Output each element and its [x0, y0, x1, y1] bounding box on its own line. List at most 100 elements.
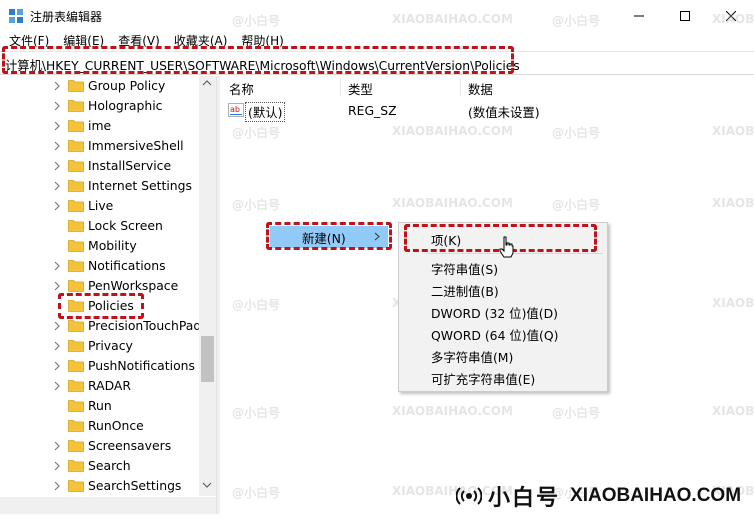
expand-chevron-icon[interactable] [52, 101, 62, 111]
column-divider[interactable] [460, 78, 461, 96]
address-highlight-box [2, 46, 514, 74]
policies-highlight-box [58, 293, 144, 319]
expand-chevron-icon[interactable] [52, 201, 62, 211]
tree-vertical-scrollbar[interactable] [199, 76, 216, 496]
folder-icon [68, 80, 84, 92]
expand-chevron-icon[interactable] [52, 461, 62, 471]
tree-item[interactable]: SearchSettings [0, 476, 200, 496]
expand-chevron-icon[interactable] [52, 161, 62, 171]
expand-chevron-icon[interactable] [52, 341, 62, 351]
scroll-up-icon[interactable] [202, 79, 212, 87]
expand-chevron-icon[interactable] [52, 141, 62, 151]
tree-item-label: ImmersiveShell [88, 138, 184, 153]
tree-item-label: PenWorkspace [88, 278, 179, 293]
tree-item[interactable]: Run [0, 396, 200, 416]
column-header-data[interactable]: 数据 [468, 80, 493, 98]
svg-text:ab: ab [230, 105, 240, 114]
tree-item[interactable]: InstallService [0, 156, 200, 176]
tree-item[interactable]: Holographic [0, 96, 200, 116]
tree-item[interactable]: RunOnce [0, 416, 200, 436]
expand-chevron-icon[interactable] [52, 261, 62, 271]
brand-watermark: 小白号 XIAOBAIHAO.COM [456, 482, 754, 511]
folder-icon [68, 140, 84, 152]
expand-chevron-icon[interactable] [52, 361, 62, 371]
folder-icon [68, 480, 84, 492]
tree-item[interactable]: PrecisionTouchPad [0, 316, 202, 336]
scrollbar-thumb[interactable] [201, 336, 214, 382]
submenu-item-qword[interactable]: QWORD (64 位)值(Q) [401, 322, 605, 344]
folder-icon [68, 240, 84, 252]
column-header-type[interactable]: 类型 [348, 80, 373, 98]
submenu-item-expandable-string[interactable]: 可扩充字符串值(E) [401, 366, 605, 388]
expand-chevron-icon[interactable] [52, 121, 62, 131]
minimize-icon [634, 15, 644, 17]
tree-item-label: SearchSettings [88, 478, 182, 493]
folder-icon [68, 100, 84, 112]
scroll-down-icon[interactable] [202, 481, 212, 489]
folder-icon [68, 360, 84, 372]
tree-horizontal-scrollbar[interactable] [0, 497, 216, 514]
folder-icon [68, 200, 84, 212]
tree-item[interactable]: PushNotifications [0, 356, 200, 376]
tree-item-label: Group Policy [88, 78, 166, 93]
brand-name-cn: 小白号 [488, 486, 561, 511]
window-title: 注册表编辑器 [30, 10, 103, 24]
tree-item[interactable]: Lock Screen [0, 216, 200, 236]
expand-chevron-icon[interactable] [52, 321, 62, 331]
hand-cursor-icon [499, 236, 514, 258]
folder-icon [68, 320, 84, 332]
expand-chevron-icon[interactable] [52, 181, 62, 191]
tree-item-label: RunOnce [88, 418, 144, 433]
tree-item-label: Notifications [88, 258, 166, 273]
tree-item[interactable]: Notifications [0, 256, 200, 276]
tree-item[interactable]: Mobility [0, 236, 200, 256]
value-name[interactable]: (默认) [245, 102, 286, 122]
tree-item-label: Internet Settings [88, 178, 192, 193]
tree-item[interactable]: RADAR [0, 376, 200, 396]
tree-item-label: PrecisionTouchPad [88, 318, 202, 333]
expand-chevron-icon[interactable] [52, 81, 62, 91]
expand-chevron-icon[interactable] [52, 381, 62, 391]
submenu-item-label: 字符串值(S) [431, 262, 499, 277]
tree-item[interactable]: ime [0, 116, 200, 136]
key-tree: Group Policy Holographic ime ImmersiveShell… [0, 76, 215, 496]
folder-icon [68, 160, 84, 172]
folder-icon [68, 180, 84, 192]
expand-chevron-icon[interactable] [52, 481, 62, 491]
submenu-item-string[interactable]: 字符串值(S) [401, 256, 605, 278]
folder-icon [68, 340, 84, 352]
submenu-item-multi-string[interactable]: 多字符串值(M) [401, 344, 605, 366]
expand-chevron-icon[interactable] [52, 281, 62, 291]
tree-item[interactable]: Live [0, 196, 200, 216]
value-data: (数值未设置) [468, 105, 540, 120]
tree-item-label: Run [88, 398, 112, 413]
folder-icon [68, 420, 84, 432]
submenu-item-label: QWORD (64 位)值(Q) [431, 328, 559, 343]
folder-icon [68, 120, 84, 132]
submenu-item-binary[interactable]: 二进制值(B) [401, 278, 605, 300]
folder-icon [68, 460, 84, 472]
folder-icon [68, 440, 84, 452]
minimize-button[interactable] [616, 0, 662, 32]
column-divider[interactable] [340, 78, 341, 96]
column-header-name[interactable]: 名称 [229, 80, 254, 98]
submenu-item-label: 二进制值(B) [431, 284, 499, 299]
tree-item[interactable]: Internet Settings [0, 176, 200, 196]
tree-item[interactable]: Screensavers [0, 436, 200, 456]
maximize-button[interactable] [662, 0, 708, 32]
brand-name-en: XIAOBAIHAO.COM [570, 485, 742, 506]
submenu-item-dword[interactable]: DWORD (32 位)值(D) [401, 300, 605, 322]
tree-item[interactable]: Search [0, 456, 200, 476]
tree-item[interactable]: Group Policy [0, 76, 200, 96]
close-icon [726, 11, 736, 21]
tree-item-label: RADAR [88, 378, 131, 393]
close-button[interactable] [708, 0, 754, 32]
maximize-icon [680, 11, 690, 21]
tree-item[interactable]: Privacy [0, 336, 200, 356]
tree-item-label: ime [88, 118, 112, 133]
tree-item[interactable]: ImmersiveShell [0, 136, 200, 156]
title-bar: 注册表编辑器 [0, 0, 754, 32]
expand-chevron-icon[interactable] [52, 441, 62, 451]
tree-item-label: PushNotifications [88, 358, 195, 373]
folder-icon [68, 260, 84, 272]
